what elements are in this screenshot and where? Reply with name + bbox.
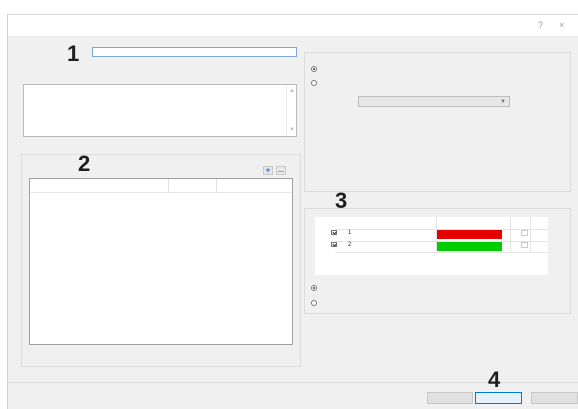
grid-line <box>530 217 531 253</box>
plus-icon: + <box>265 165 271 175</box>
help-icon[interactable]: ? <box>538 19 543 31</box>
scroll-up-icon[interactable]: ▲ <box>289 88 295 94</box>
close-icon[interactable]: × <box>559 19 564 31</box>
row-option-box-2[interactable] <box>521 242 528 248</box>
scroll-down-icon[interactable]: ▼ <box>289 127 295 133</box>
description-textarea[interactable]: ▲ ▼ <box>23 84 297 137</box>
option-radio-1[interactable] <box>311 66 317 72</box>
row-checkbox-1[interactable] <box>331 230 337 235</box>
footer-button-1[interactable] <box>427 392 473 404</box>
name-input[interactable] <box>92 47 297 57</box>
item-list-table[interactable] <box>29 178 293 345</box>
option-dropdown[interactable]: ▼ <box>358 96 510 107</box>
footer-button-3[interactable] <box>531 392 578 404</box>
list-icon <box>278 171 284 172</box>
color-swatch-1[interactable] <box>437 230 502 239</box>
marker-3: 3 <box>335 188 348 213</box>
column-divider[interactable] <box>168 179 169 193</box>
marker-1: 1 <box>67 41 80 66</box>
list-header <box>30 179 292 193</box>
row-option-box-1[interactable] <box>521 230 528 236</box>
description-scrollbar[interactable]: ▲ ▼ <box>286 85 296 136</box>
marker-2: 2 <box>78 151 91 176</box>
remove-item-button[interactable] <box>276 166 286 175</box>
row-checkbox-2[interactable] <box>331 242 337 247</box>
title-bar: ? × <box>8 15 578 37</box>
grid-line <box>510 217 511 253</box>
column-divider[interactable] <box>216 179 217 193</box>
ok-button[interactable] <box>475 392 522 404</box>
color-mode-radio-2[interactable] <box>311 300 317 306</box>
chevron-down-icon: ▼ <box>500 99 506 105</box>
option-radio-2[interactable] <box>311 80 317 86</box>
row-label-2: 2 <box>348 242 352 248</box>
marker-4: 4 <box>488 367 501 392</box>
row-label-1: 1 <box>348 230 352 236</box>
color-mode-radio-1[interactable] <box>311 285 317 291</box>
add-item-button[interactable]: + <box>263 166 273 175</box>
grid-line <box>335 252 548 253</box>
options-group <box>304 52 571 192</box>
color-swatch-2[interactable] <box>437 242 502 251</box>
